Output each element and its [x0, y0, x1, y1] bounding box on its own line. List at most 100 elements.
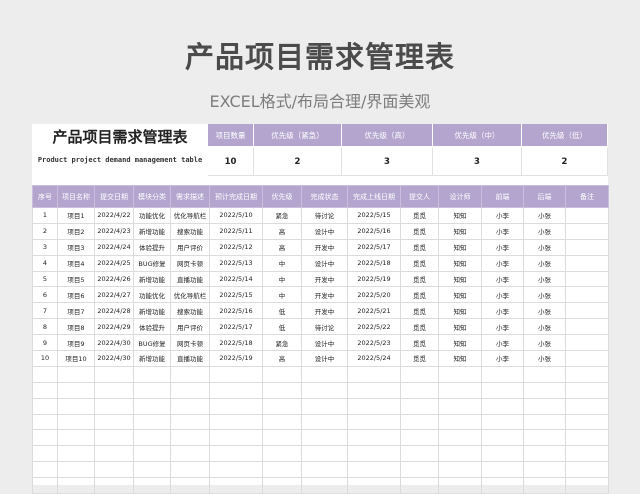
- summary-value-high[interactable]: 3: [342, 148, 433, 176]
- table-cell[interactable]: 2022/5/18: [347, 254, 401, 272]
- table-cell[interactable]: [57, 413, 95, 431]
- table-cell[interactable]: [438, 445, 482, 463]
- table-cell[interactable]: [565, 461, 609, 479]
- table-cell[interactable]: 7: [32, 302, 58, 320]
- table-cell[interactable]: [94, 445, 134, 463]
- table-cell[interactable]: 低: [262, 318, 302, 336]
- table-cell[interactable]: 开发中: [301, 238, 348, 256]
- table-cell[interactable]: [301, 429, 348, 447]
- table-cell[interactable]: 觅觅: [400, 222, 439, 240]
- table-cell[interactable]: 2022/5/17: [209, 318, 263, 336]
- table-cell[interactable]: 1: [32, 207, 58, 224]
- table-cell[interactable]: [565, 350, 609, 367]
- table-cell[interactable]: 中: [262, 254, 302, 272]
- table-cell[interactable]: 觅觅: [400, 334, 439, 352]
- table-cell[interactable]: 小李: [481, 318, 524, 336]
- table-cell[interactable]: [565, 207, 609, 224]
- table-cell[interactable]: [347, 413, 401, 431]
- table-cell[interactable]: [438, 365, 482, 383]
- table-cell[interactable]: 8: [32, 318, 58, 336]
- column-header[interactable]: 完成状态: [301, 185, 348, 208]
- table-cell[interactable]: [32, 429, 58, 447]
- table-cell[interactable]: [565, 365, 609, 383]
- table-cell[interactable]: [262, 365, 302, 383]
- table-cell[interactable]: 觅觅: [400, 238, 439, 256]
- table-cell[interactable]: 项目5: [57, 270, 95, 288]
- table-cell[interactable]: [523, 429, 566, 447]
- table-cell[interactable]: 用户评价: [170, 318, 210, 336]
- table-cell[interactable]: [170, 461, 210, 479]
- table-cell[interactable]: [347, 397, 401, 415]
- table-cell[interactable]: [481, 445, 524, 463]
- table-cell[interactable]: 项目1: [57, 207, 95, 224]
- table-cell[interactable]: [301, 397, 348, 415]
- table-cell[interactable]: 开发中: [301, 270, 348, 288]
- table-cell[interactable]: [438, 461, 482, 479]
- table-cell[interactable]: [32, 477, 58, 494]
- table-cell[interactable]: [32, 445, 58, 463]
- table-cell[interactable]: 10: [32, 350, 58, 367]
- summary-header-high[interactable]: 优先级（高）: [342, 124, 433, 146]
- table-cell[interactable]: 开发中: [301, 286, 348, 304]
- table-cell[interactable]: [565, 445, 609, 463]
- table-cell[interactable]: 小张: [523, 302, 566, 320]
- table-cell[interactable]: 直播功能: [170, 270, 210, 288]
- table-cell[interactable]: 项目9: [57, 334, 95, 352]
- table-cell[interactable]: [565, 397, 609, 415]
- table-cell[interactable]: 2022/5/20: [347, 286, 401, 304]
- table-cell[interactable]: [94, 365, 134, 383]
- table-cell[interactable]: 2022/4/30: [94, 334, 134, 352]
- table-cell[interactable]: 2022/4/22: [94, 207, 134, 224]
- table-cell[interactable]: 体验提升: [133, 318, 171, 336]
- summary-value-medium[interactable]: 3: [433, 148, 522, 176]
- summary-value-low[interactable]: 2: [522, 148, 608, 176]
- table-cell[interactable]: 小李: [481, 350, 524, 367]
- table-cell[interactable]: [347, 365, 401, 383]
- table-cell[interactable]: 知知: [438, 207, 482, 224]
- table-cell[interactable]: 网页卡顿: [170, 334, 210, 352]
- table-cell[interactable]: [400, 445, 439, 463]
- table-cell[interactable]: 觅觅: [400, 350, 439, 367]
- table-cell[interactable]: [481, 461, 524, 479]
- table-cell[interactable]: [301, 381, 348, 399]
- table-cell[interactable]: 知知: [438, 270, 482, 288]
- table-cell[interactable]: 中: [262, 270, 302, 288]
- table-cell[interactable]: 2022/5/13: [209, 254, 263, 272]
- table-cell[interactable]: [400, 429, 439, 447]
- table-cell[interactable]: [94, 397, 134, 415]
- table-cell[interactable]: [170, 429, 210, 447]
- table-cell[interactable]: [32, 365, 58, 383]
- table-cell[interactable]: [133, 397, 171, 415]
- table-cell[interactable]: 设计中: [301, 254, 348, 272]
- table-cell[interactable]: [170, 413, 210, 431]
- table-cell[interactable]: 网页卡顿: [170, 254, 210, 272]
- table-cell[interactable]: 项目2: [57, 222, 95, 240]
- table-cell[interactable]: [32, 397, 58, 415]
- table-cell[interactable]: 新增功能: [133, 222, 171, 240]
- table-cell[interactable]: [481, 365, 524, 383]
- table-cell[interactable]: 2022/5/19: [209, 350, 263, 367]
- table-cell[interactable]: 功能优化: [133, 286, 171, 304]
- table-cell[interactable]: [57, 445, 95, 463]
- table-cell[interactable]: 小李: [481, 286, 524, 304]
- table-cell[interactable]: [565, 429, 609, 447]
- column-header[interactable]: 优先级: [262, 185, 302, 208]
- table-cell[interactable]: [94, 429, 134, 447]
- table-cell[interactable]: [209, 477, 263, 494]
- table-cell[interactable]: [209, 445, 263, 463]
- table-cell[interactable]: [133, 445, 171, 463]
- table-cell[interactable]: [57, 429, 95, 447]
- table-cell[interactable]: [347, 445, 401, 463]
- table-cell[interactable]: 2022/4/23: [94, 222, 134, 240]
- table-cell[interactable]: 紧急: [262, 207, 302, 224]
- column-header[interactable]: 备注: [565, 185, 609, 208]
- column-header[interactable]: 预计完成日期: [209, 185, 263, 208]
- table-cell[interactable]: [209, 365, 263, 383]
- table-cell[interactable]: [565, 254, 609, 272]
- table-cell[interactable]: [565, 238, 609, 256]
- table-cell[interactable]: 2022/5/15: [347, 207, 401, 224]
- table-cell[interactable]: [170, 477, 210, 494]
- table-cell[interactable]: [170, 381, 210, 399]
- table-cell[interactable]: BUG修复: [133, 254, 171, 272]
- summary-value-count[interactable]: 10: [208, 148, 254, 176]
